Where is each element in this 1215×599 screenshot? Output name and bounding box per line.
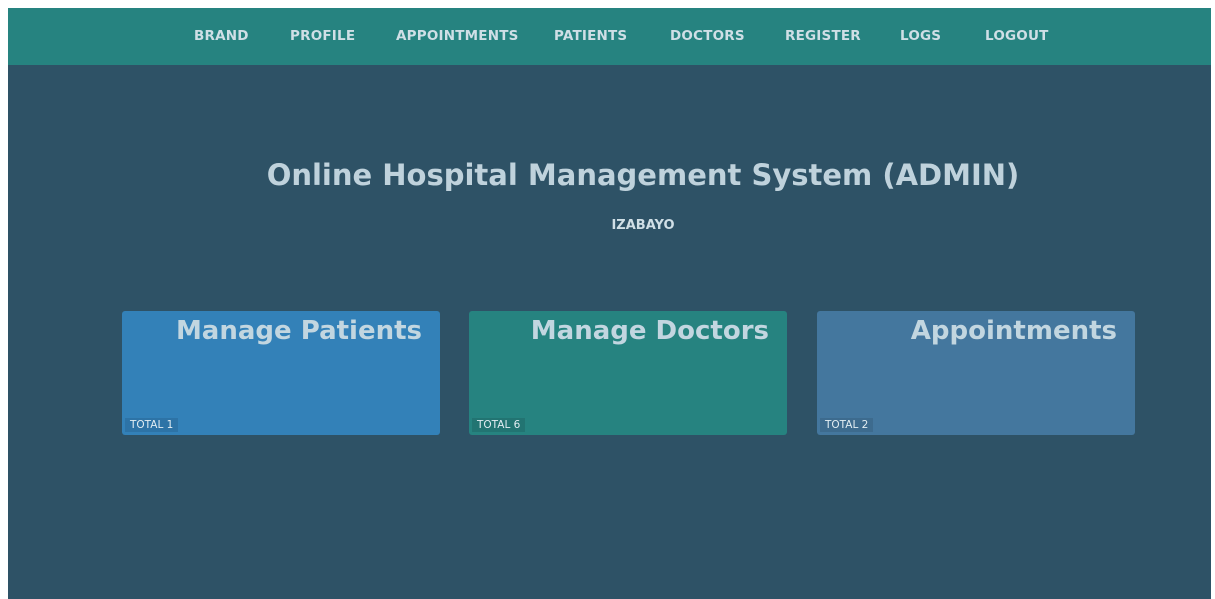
nav-doctors-link[interactable]: DOCTORS bbox=[670, 8, 745, 65]
card-title: Manage Patients bbox=[175, 316, 422, 346]
manage-patients-card[interactable]: Manage Patients TOTAL 1 bbox=[122, 311, 440, 435]
navbar: BRAND PROFILE APPOINTMENTS PATIENTS DOCT… bbox=[8, 8, 1211, 65]
admin-username: IZABAYO bbox=[611, 218, 675, 233]
app-frame: BRAND PROFILE APPOINTMENTS PATIENTS DOCT… bbox=[8, 8, 1211, 599]
nav-logout-link[interactable]: LOGOUT bbox=[985, 8, 1049, 65]
manage-doctors-card[interactable]: Manage Doctors TOTAL 6 bbox=[469, 311, 787, 435]
page-title: Online Hospital Management System (ADMIN… bbox=[266, 158, 1020, 192]
total-badge: TOTAL 2 bbox=[820, 418, 874, 432]
nav-brand-link[interactable]: BRAND bbox=[194, 8, 249, 65]
appointments-card[interactable]: Appointments TOTAL 2 bbox=[817, 311, 1135, 435]
card-title: Manage Doctors bbox=[530, 316, 769, 346]
nav-register-link[interactable]: REGISTER bbox=[785, 8, 861, 65]
nav-patients-link[interactable]: PATIENTS bbox=[554, 8, 627, 65]
nav-appointments-link[interactable]: APPOINTMENTS bbox=[396, 8, 519, 65]
nav-logs-link[interactable]: LOGS bbox=[900, 8, 941, 65]
nav-profile-link[interactable]: PROFILE bbox=[290, 8, 355, 65]
total-badge: TOTAL 1 bbox=[125, 418, 179, 432]
card-title: Appointments bbox=[910, 316, 1117, 346]
total-badge: TOTAL 6 bbox=[472, 418, 526, 432]
